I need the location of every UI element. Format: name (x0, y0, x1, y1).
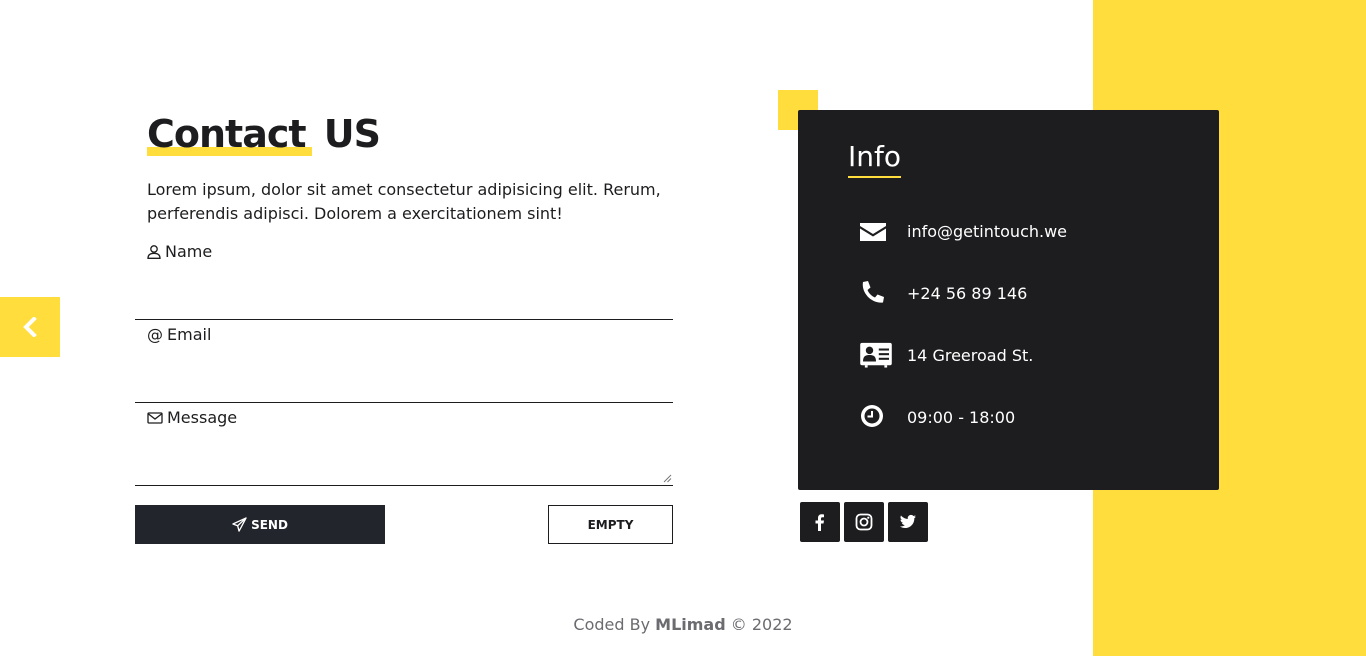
message-field: Message (135, 407, 673, 486)
footer-prefix: Coded By (573, 615, 651, 634)
twitter-link[interactable] (888, 502, 928, 542)
instagram-link[interactable] (844, 502, 884, 542)
info-address-row: 14 Greeroad St. (858, 338, 1033, 372)
email-input[interactable] (135, 368, 673, 400)
resize-handle-icon[interactable] (663, 474, 672, 483)
footer: Coded By MLimad © 2022 (0, 615, 1366, 634)
footer-copyright: © 2022 (730, 615, 793, 634)
footer-author: MLimad (655, 615, 726, 634)
empty-button[interactable]: EMPTY (548, 505, 673, 544)
at-icon: @ (147, 325, 163, 344)
envelope-outline-icon (147, 412, 163, 424)
envelope-icon (858, 216, 894, 246)
name-input[interactable] (135, 285, 673, 317)
user-icon (147, 245, 161, 259)
instagram-icon (855, 513, 873, 531)
email-label: @ Email (147, 325, 212, 344)
send-button[interactable]: SEND (135, 505, 385, 544)
chevron-left-icon (23, 317, 37, 337)
paper-plane-icon (232, 517, 247, 532)
twitter-icon (900, 514, 916, 528)
back-button[interactable] (0, 297, 60, 357)
title-rest: US (323, 112, 381, 156)
info-title: Info (848, 138, 901, 178)
info-hours-row: 09:00 - 18:00 (858, 400, 1015, 434)
title-highlight: Contact (147, 112, 312, 156)
info-card: Info info@getintouch.we +24 56 89 146 14… (798, 110, 1219, 490)
facebook-icon (815, 514, 824, 531)
message-label: Message (147, 407, 237, 429)
email-field: @ Email (135, 324, 673, 403)
name-field: Name (135, 241, 673, 320)
phone-icon (858, 278, 894, 308)
clock-icon (858, 402, 894, 432)
info-phone-row: +24 56 89 146 (858, 276, 1027, 310)
intro-text: Lorem ipsum, dolor sit amet consectetur … (147, 180, 661, 223)
page-title: Contact US (147, 108, 381, 160)
info-email-row: info@getintouch.we (858, 214, 1067, 248)
address-card-icon (858, 340, 894, 370)
message-textarea[interactable] (135, 451, 673, 483)
facebook-link[interactable] (800, 502, 840, 542)
name-label: Name (147, 241, 212, 263)
